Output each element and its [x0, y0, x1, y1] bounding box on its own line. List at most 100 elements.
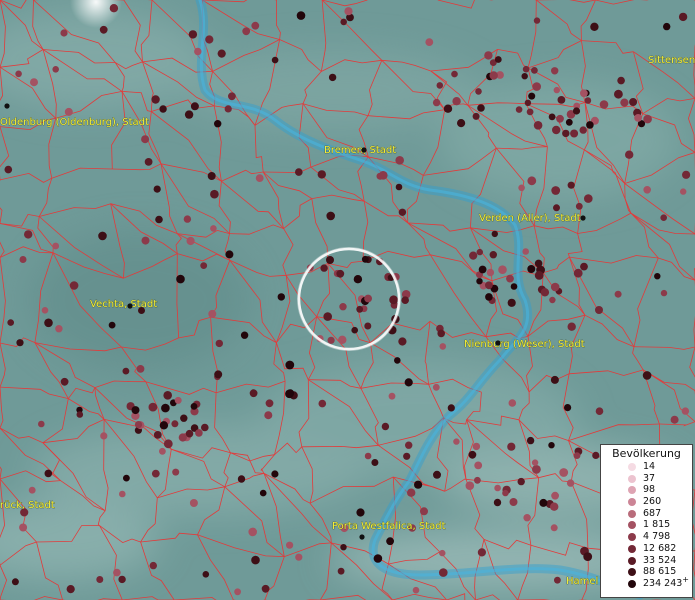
population-marker: [565, 118, 573, 126]
population-marker: [553, 86, 560, 94]
population-marker: [528, 92, 536, 100]
population-marker: [149, 561, 157, 570]
population-marker: [64, 107, 73, 116]
population-marker: [371, 459, 379, 466]
population-marker: [30, 78, 38, 87]
population-marker: [472, 442, 481, 451]
population-marker: [202, 571, 210, 578]
legend-swatch: [628, 568, 636, 577]
population-marker: [629, 98, 638, 106]
population-marker: [447, 404, 455, 412]
population-marker: [567, 322, 576, 331]
population-marker: [654, 273, 661, 280]
population-marker: [575, 202, 583, 210]
population-marker: [432, 383, 440, 391]
population-marker: [660, 214, 667, 221]
population-marker: [261, 584, 270, 593]
map-canvas[interactable]: Oldenburg (Oldenburg), Stadt Bremen, Sta…: [0, 0, 695, 600]
population-marker: [532, 82, 541, 91]
population-marker: [328, 73, 337, 82]
population-marker: [76, 411, 84, 418]
population-marker: [682, 170, 691, 179]
population-marker: [554, 576, 561, 584]
population-marker: [548, 442, 555, 449]
legend-plus-mark: +: [682, 574, 689, 584]
population-marker: [44, 318, 53, 328]
population-marker: [583, 552, 593, 561]
population-marker: [136, 365, 145, 373]
population-marker: [485, 293, 493, 301]
population-marker: [485, 281, 493, 290]
population-marker: [494, 56, 502, 63]
population-marker: [398, 337, 407, 346]
population-marker: [553, 204, 560, 212]
city-label-nienburg: Nienburg (Weser), Stadt: [464, 339, 585, 350]
population-marker: [551, 67, 559, 75]
population-marker: [338, 335, 347, 344]
population-marker: [663, 22, 671, 31]
population-marker: [508, 399, 517, 407]
population-marker: [634, 114, 642, 122]
legend-label: 234 243+: [643, 574, 689, 589]
population-marker: [259, 489, 267, 497]
legend-swatch: [628, 544, 636, 553]
population-marker: [595, 306, 603, 314]
population-marker: [439, 343, 447, 350]
population-marker: [477, 104, 485, 112]
population-marker: [381, 422, 390, 431]
population-marker: [224, 105, 232, 113]
population-marker: [670, 415, 679, 424]
population-marker: [180, 414, 188, 422]
population-marker: [109, 4, 119, 13]
population-marker: [4, 165, 13, 174]
population-marker: [550, 524, 558, 532]
population-marker: [326, 211, 336, 221]
population-marker: [249, 389, 258, 398]
population-marker: [521, 73, 528, 80]
legend-item: 4 798: [601, 531, 692, 543]
population-marker: [155, 215, 163, 224]
legend-swatch: [628, 579, 636, 588]
population-marker: [295, 553, 303, 561]
population-marker: [590, 22, 599, 31]
population-marker: [405, 441, 413, 449]
population-marker: [207, 172, 216, 180]
legend-label: 98: [643, 484, 656, 496]
population-marker: [151, 469, 160, 478]
population-marker: [534, 271, 544, 280]
population-marker: [478, 265, 487, 274]
population-marker: [356, 508, 365, 517]
population-marker: [518, 184, 525, 192]
population-marker: [420, 507, 428, 516]
population-marker: [531, 459, 539, 466]
population-marker: [592, 451, 600, 459]
population-marker: [108, 321, 116, 329]
population-marker: [476, 248, 483, 256]
population-marker: [153, 185, 161, 193]
population-marker: [465, 481, 475, 491]
population-marker: [195, 429, 203, 437]
population-marker: [389, 295, 398, 305]
population-marker: [190, 102, 199, 111]
population-marker: [214, 120, 222, 128]
legend-label: 4 798: [643, 531, 671, 543]
population-marker: [96, 576, 104, 583]
city-label-oldenburg: Oldenburg (Oldenburg), Stadt: [0, 117, 149, 128]
population-marker: [614, 89, 623, 99]
legend-swatch: [628, 498, 636, 507]
population-marker: [580, 89, 588, 98]
legend-label: 37: [643, 472, 656, 484]
population-marker: [277, 293, 285, 301]
population-marker: [498, 265, 507, 275]
population-marker: [285, 360, 295, 370]
population-marker: [134, 421, 143, 429]
population-marker: [188, 30, 198, 39]
population-marker: [356, 305, 364, 313]
city-label-bremen: Bremen, Stadt: [324, 145, 396, 156]
population-marker: [432, 98, 441, 107]
population-marker: [228, 92, 236, 101]
legend-swatch: [628, 533, 636, 542]
population-marker: [570, 129, 579, 138]
population-marker: [364, 322, 372, 330]
population-marker: [364, 294, 372, 303]
